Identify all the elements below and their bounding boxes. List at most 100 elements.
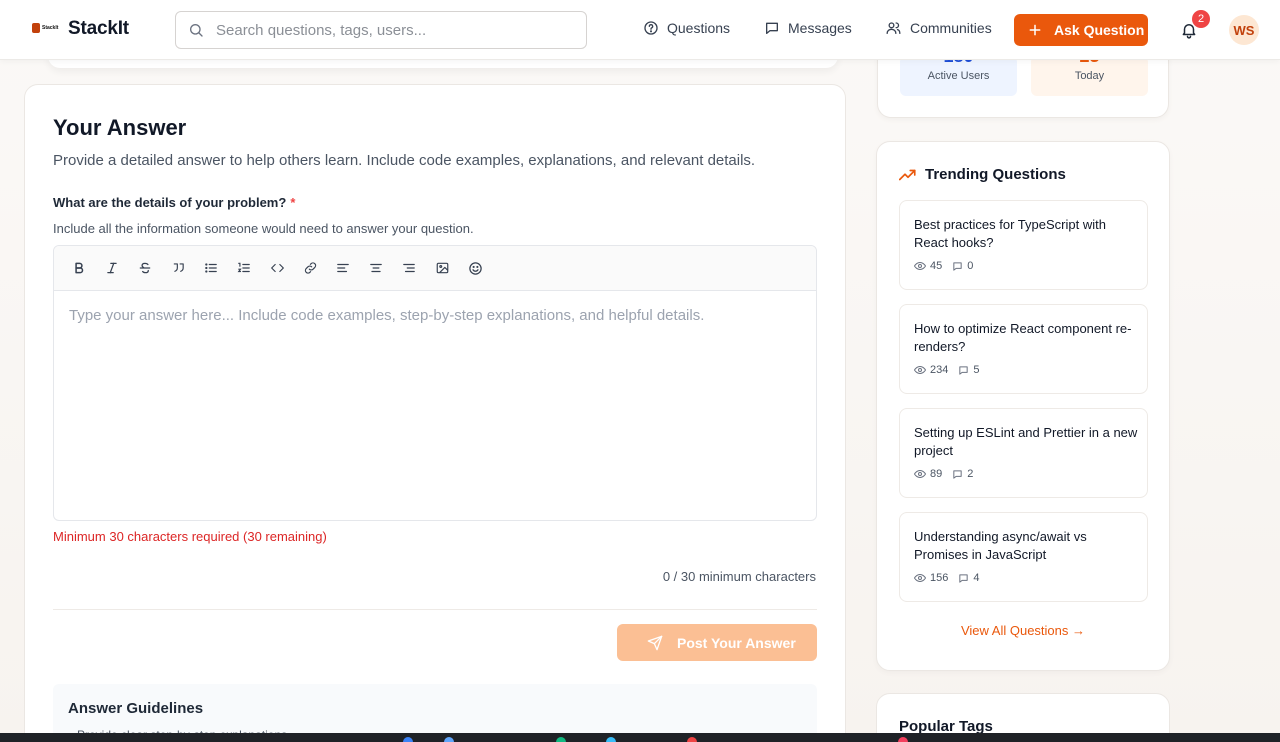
- taskbar-app-icon[interactable]: [898, 737, 908, 742]
- trending-header: Trending Questions: [899, 166, 1066, 183]
- trending-question-item[interactable]: Best practices for TypeScript with React…: [899, 200, 1148, 290]
- view-all-questions-link[interactable]: View All Questions →: [877, 623, 1169, 638]
- top-navbar: StackIt StackIt Questions Messages Commu…: [0, 0, 1280, 60]
- today-label: Today: [1074, 70, 1105, 82]
- quote-icon[interactable]: [167, 257, 189, 279]
- code-icon[interactable]: [266, 257, 288, 279]
- trending-title: Trending Questions: [925, 166, 1066, 183]
- question-title: Understanding async/await vs Promises in…: [914, 529, 1087, 562]
- views-count: 45: [914, 260, 942, 272]
- italic-icon[interactable]: [101, 257, 123, 279]
- rich-text-editor: [53, 245, 817, 521]
- trending-questions-card: Trending Questions Best practices for Ty…: [876, 141, 1170, 671]
- comments-value: 2: [967, 468, 974, 480]
- notification-badge: 2: [1192, 10, 1210, 28]
- answer-subtitle: Provide a detailed answer to help others…: [53, 152, 756, 169]
- field-label-text: What are the details of your problem?: [53, 195, 287, 210]
- taskbar-app-icon[interactable]: [606, 737, 616, 742]
- eye-icon: [914, 365, 926, 375]
- brand-name: StackIt: [68, 18, 129, 39]
- nav-messages[interactable]: Messages: [764, 20, 852, 36]
- answer-textarea[interactable]: [54, 291, 816, 520]
- character-counter: 0 / 30 minimum characters: [662, 569, 816, 584]
- comments-count: 0: [952, 260, 973, 272]
- guidelines-title: Answer Guidelines: [68, 700, 204, 717]
- search-bar[interactable]: [175, 11, 587, 49]
- divider: [53, 609, 817, 610]
- nav-communities-label: Communities: [910, 20, 992, 36]
- comments-count: 5: [958, 364, 979, 376]
- post-answer-button[interactable]: Post Your Answer: [617, 624, 817, 661]
- validation-error: Minimum 30 characters required (30 remai…: [53, 529, 327, 544]
- field-help-text: Include all the information someone woul…: [53, 221, 474, 236]
- nav-communities[interactable]: Communities: [885, 20, 992, 36]
- editor-toolbar: [54, 246, 816, 291]
- bullet-list-icon[interactable]: [200, 257, 222, 279]
- taskbar-app-icon[interactable]: [444, 737, 454, 742]
- comment-icon: [959, 573, 969, 583]
- search-input[interactable]: [216, 21, 576, 39]
- question-title: How to optimize React component re-rende…: [914, 321, 1132, 354]
- bold-icon[interactable]: [68, 257, 90, 279]
- post-answer-label: Post Your Answer: [677, 634, 796, 651]
- question-meta: 156 4: [914, 572, 989, 584]
- taskbar-app-icon[interactable]: [687, 737, 697, 742]
- comments-value: 5: [973, 364, 980, 376]
- comment-icon: [953, 469, 962, 479]
- question-meta: 89 2: [914, 468, 983, 480]
- comment-icon: [953, 261, 962, 271]
- trending-question-item[interactable]: Understanding async/await vs Promises in…: [899, 512, 1148, 602]
- views-value: 234: [930, 364, 949, 376]
- brand-logo[interactable]: StackIt StackIt: [32, 18, 129, 40]
- align-center-icon[interactable]: [365, 257, 387, 279]
- ask-question-button[interactable]: Ask Question: [1014, 14, 1148, 46]
- numbered-list-icon[interactable]: [233, 257, 255, 279]
- views-count: 234: [914, 364, 948, 376]
- logo-mark-icon: StackIt: [32, 22, 58, 36]
- users-icon: [886, 22, 901, 34]
- question-title: Best practices for TypeScript with React…: [914, 217, 1106, 250]
- views-count: 89: [914, 468, 942, 480]
- plus-icon: [1029, 24, 1041, 36]
- user-avatar[interactable]: WS: [1229, 15, 1259, 45]
- nav-questions[interactable]: Questions: [643, 20, 730, 36]
- taskbar-app-icon[interactable]: [403, 737, 413, 742]
- align-right-icon[interactable]: [398, 257, 420, 279]
- required-mark: *: [290, 195, 296, 210]
- image-icon[interactable]: [431, 257, 453, 279]
- views-count: 156: [914, 572, 948, 584]
- strikethrough-icon[interactable]: [134, 257, 156, 279]
- comments-count: 2: [952, 468, 973, 480]
- views-value: 45: [930, 260, 943, 272]
- answer-title: Your Answer: [53, 115, 187, 140]
- eye-icon: [914, 261, 926, 271]
- nav-questions-label: Questions: [667, 20, 731, 36]
- ask-question-label: Ask Question: [1054, 22, 1145, 38]
- send-icon: [647, 635, 663, 650]
- eye-icon: [914, 469, 926, 479]
- today-stat: 23 Today: [1031, 56, 1148, 96]
- views-value: 89: [930, 468, 943, 480]
- eye-icon: [914, 573, 926, 583]
- trending-question-item[interactable]: How to optimize React component re-rende…: [899, 304, 1148, 394]
- taskbar-app-icon[interactable]: [556, 737, 566, 742]
- question-meta: 234 5: [914, 364, 989, 376]
- comments-count: 4: [958, 572, 979, 584]
- active-users-label: Active Users: [927, 70, 990, 82]
- comments-value: 0: [967, 260, 974, 272]
- os-taskbar: [0, 733, 1280, 742]
- views-value: 156: [930, 572, 949, 584]
- comment-icon: [959, 365, 969, 375]
- link-icon[interactable]: [299, 257, 321, 279]
- question-title: Setting up ESLint and Prettier in a new …: [914, 425, 1138, 458]
- question-meta: 45 0: [914, 260, 983, 272]
- align-left-icon[interactable]: [332, 257, 354, 279]
- active-users-stat: 180 Active Users: [900, 56, 1017, 96]
- field-label: What are the details of your problem? *: [53, 195, 295, 210]
- search-icon: [190, 24, 203, 37]
- comments-value: 4: [973, 572, 980, 584]
- message-square-icon: [766, 22, 778, 34]
- trending-up-icon: [899, 169, 916, 180]
- emoji-icon[interactable]: [464, 257, 486, 279]
- trending-question-item[interactable]: Setting up ESLint and Prettier in a new …: [899, 408, 1148, 498]
